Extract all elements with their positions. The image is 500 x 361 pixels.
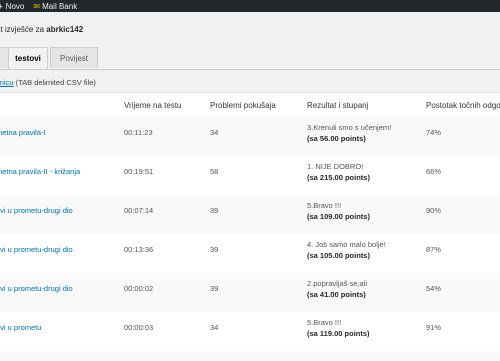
test-name-link[interactable]: metna pravila-I (0, 128, 46, 137)
percent-cell: 66% (426, 167, 442, 176)
result-text: 1. NIJE DOBRO! (307, 162, 364, 171)
percent-cell: 90% (426, 206, 442, 215)
subtitle-user: abrkic142 (46, 25, 84, 34)
tab-povijest[interactable]: Povijest (50, 47, 98, 68)
results-table: Vrijeme na testu Problemi pokušaja Rezul… (0, 92, 500, 361)
problems-cell: 39 (210, 245, 219, 254)
csv-note: (TAB delimited CSV file) (15, 78, 96, 87)
new-content-menu[interactable]: + Novo (0, 2, 24, 11)
time-cell: 00:00:02 (124, 284, 154, 293)
table-header: Vrijeme na testu Problemi pokušaja Rezul… (0, 93, 500, 118)
result-points: (sa 109.00 points) (307, 212, 370, 221)
mail-icon: ✉ (33, 1, 41, 11)
plus-icon: + (0, 1, 3, 11)
header-problems: Problemi pokušaja (210, 101, 276, 110)
header-result: Rezultat i stupanj (307, 101, 369, 110)
table-row: metna pravila-II - križanja 00:19:51 58 … (0, 156, 500, 195)
admin-bar: + Novo ✉ Mail Bank (0, 0, 500, 12)
table-row: ovi u prometu-drugi dio 00:07:14 39 5.Br… (0, 195, 500, 234)
subtitle-prefix: est izvješće za (0, 25, 45, 34)
test-name-link[interactable]: ovi u prometu (0, 323, 41, 332)
table-row: ovi u prometu 00:00:03 34 5.Bravo !!! (s… (0, 312, 500, 351)
percent-cell: 87% (426, 245, 442, 254)
test-name-link[interactable]: metna pravila-II - križanja (0, 167, 80, 176)
result-points: (sa 41.00 points) (307, 290, 366, 299)
result-points: (sa 56.00 points) (307, 134, 366, 143)
result-text: 5.Bravo !!! (307, 318, 342, 327)
problems-cell: 39 (210, 284, 219, 293)
percent-cell: 91% (426, 323, 442, 332)
result-text: 3.Krenuli smo s učenjem! (307, 123, 392, 132)
result-points: (sa 105.00 points) (307, 251, 370, 260)
mail-bank-menu[interactable]: ✉ Mail Bank (33, 2, 77, 11)
result-points: (sa 215.00 points) (307, 173, 370, 182)
problems-cell: 58 (210, 167, 219, 176)
tab-testovi[interactable]: testovi (8, 47, 48, 69)
problems-cell: 34 (210, 323, 219, 332)
new-content-label: Novo (5, 1, 25, 11)
csv-export-link[interactable]: tranicu (0, 78, 14, 87)
problems-cell: 34 (210, 128, 219, 137)
tab-bar: testovi Povijest (0, 47, 500, 70)
result-points: (sa 119.00 points) (307, 329, 370, 338)
page-subtitle: est izvješće za abrkic142 (0, 25, 83, 34)
table-row: metna pravila-I 00:11:23 34 3.Krenuli sm… (0, 117, 500, 156)
time-cell: 00:00:03 (124, 323, 154, 332)
time-cell: 00:13:36 (124, 245, 154, 254)
table-row: ovi u prometu-drugi dio 00:00:02 39 2.po… (0, 273, 500, 312)
test-name-link[interactable]: ovi u prometu-drugi dio (0, 284, 73, 293)
test-name-link[interactable]: ovi u prometu-drugi dio (0, 206, 73, 215)
time-cell: 00:19:51 (124, 167, 154, 176)
result-text: 5.Bravo !!! (307, 201, 342, 210)
problems-cell: 39 (210, 206, 219, 215)
csv-export-line: tranicu (TAB delimited CSV file) (0, 78, 96, 87)
test-name-link[interactable]: ovi u prometu-drugi dio (0, 245, 73, 254)
time-cell: 00:11:23 (124, 128, 153, 137)
time-cell: 00:07:14 (124, 206, 154, 215)
mail-bank-label: Mail Bank (42, 1, 78, 11)
result-text: 4. Još samo malo bolje! (307, 240, 386, 249)
header-percent: Postotak točnih odgo (426, 101, 500, 110)
header-time: Vrijeme na testu (124, 101, 182, 110)
table-row: ovi u prometu-drugi dio 00:13:36 39 4. J… (0, 234, 500, 273)
result-text: 2.popravljaš se,ali (307, 279, 368, 288)
percent-cell: 54% (426, 284, 442, 293)
percent-cell: 74% (426, 128, 442, 137)
